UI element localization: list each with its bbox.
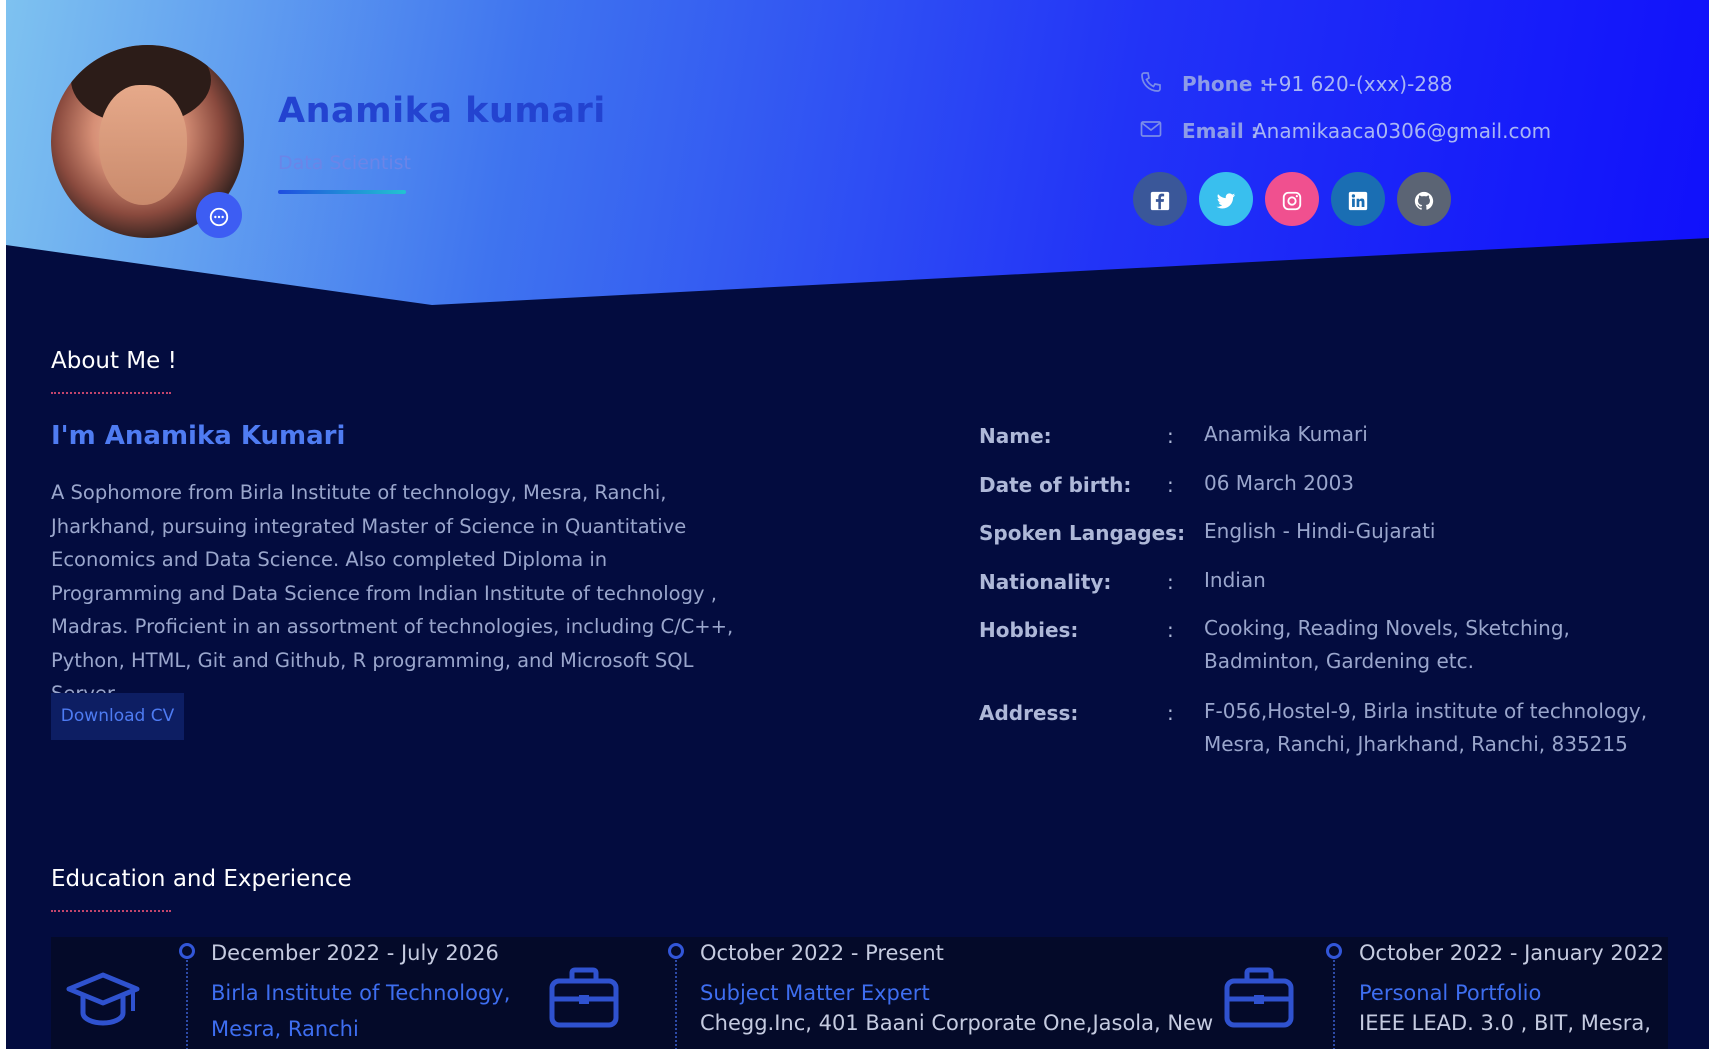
download-cv-button[interactable]: Download CV: [51, 693, 184, 740]
phone-value[interactable]: +91 620-(xxx)-288: [1262, 72, 1452, 96]
info-key: Nationality:: [979, 570, 1112, 594]
profile-name: Anamika kumari: [278, 91, 606, 131]
about-description: A Sophomore from Birla Institute of tech…: [51, 481, 734, 705]
info-key: Name:: [979, 424, 1052, 448]
about-title-underline: [51, 392, 171, 394]
education-timeline: December 2022 - July 2026 Birla Institut…: [51, 937, 1668, 1049]
timeline-title[interactable]: Birla Institute of Technology, Mesra, Ra…: [211, 975, 511, 1047]
timeline-line: [675, 957, 677, 1049]
email-label: Email :: [1182, 119, 1259, 143]
mail-icon: [1139, 117, 1165, 143]
info-separator: :: [1167, 701, 1174, 725]
info-separator: :: [1167, 570, 1174, 594]
hero-banner: [6, 0, 1709, 305]
briefcase-icon: [546, 961, 622, 1037]
info-key: Hobbies:: [979, 618, 1079, 642]
briefcase-icon: [1221, 961, 1297, 1037]
timeline-dot: [668, 943, 684, 959]
timeline-org: Chegg.Inc, 401 Baani Corporate One,Jasol…: [700, 1011, 1214, 1035]
twitter-icon[interactable]: [1199, 172, 1253, 226]
linkedin-icon[interactable]: [1331, 172, 1385, 226]
education-title-underline: [51, 910, 171, 912]
info-value: F-056,Hostel-9, Birla institute of techn…: [1204, 699, 1648, 756]
timeline-line: [186, 957, 188, 1049]
info-key: Address:: [979, 701, 1079, 725]
info-value: 06 March 2003: [1204, 471, 1355, 495]
info-value: Anamika Kumari: [1204, 422, 1368, 446]
timeline-title[interactable]: Personal Portfolio: [1359, 975, 1541, 1011]
resume-page: Anamika kumari Data Scientist Phone : +9…: [6, 0, 1709, 1049]
facebook-icon[interactable]: [1133, 172, 1187, 226]
info-key: Spoken Langages:: [979, 521, 1186, 545]
avatar-face: [99, 85, 187, 205]
info-value: English - Hindi-Gujarati: [1204, 519, 1436, 543]
timeline-title[interactable]: Subject Matter Expert: [700, 975, 930, 1011]
info-separator: :: [1167, 618, 1174, 642]
info-separator: :: [1167, 424, 1174, 448]
timeline-org: IEEE LEAD. 3.0 , BIT, Mesra,: [1359, 1011, 1651, 1035]
phone-icon: [1139, 70, 1165, 96]
chat-icon[interactable]: [196, 192, 242, 238]
graduation-cap-icon: [65, 961, 141, 1037]
info-separator: :: [1167, 521, 1174, 545]
phone-label: Phone :: [1182, 72, 1268, 96]
info-separator: :: [1167, 473, 1174, 497]
profile-role: Data Scientist: [278, 152, 411, 174]
name-underline: [278, 190, 406, 194]
timeline-line: [1333, 957, 1335, 1049]
timeline-date: October 2022 - Present: [700, 941, 944, 965]
github-icon[interactable]: [1397, 172, 1451, 226]
timeline-date: October 2022 - January 2022: [1359, 941, 1664, 965]
info-key: Date of birth:: [979, 473, 1132, 497]
info-value: Indian: [1204, 568, 1266, 592]
about-heading: I'm Anamika Kumari: [51, 421, 346, 451]
timeline-date: December 2022 - July 2026: [211, 941, 499, 965]
education-section-title: Education and Experience: [51, 866, 352, 892]
timeline-dot: [179, 943, 195, 959]
email-value[interactable]: Anamikaaca0306@gmail.com: [1253, 119, 1551, 143]
instagram-icon[interactable]: [1265, 172, 1319, 226]
timeline-dot: [1326, 943, 1342, 959]
info-value: Cooking, Reading Novels, Sketching, Badm…: [1204, 616, 1570, 673]
about-section-title: About Me !: [51, 348, 177, 374]
